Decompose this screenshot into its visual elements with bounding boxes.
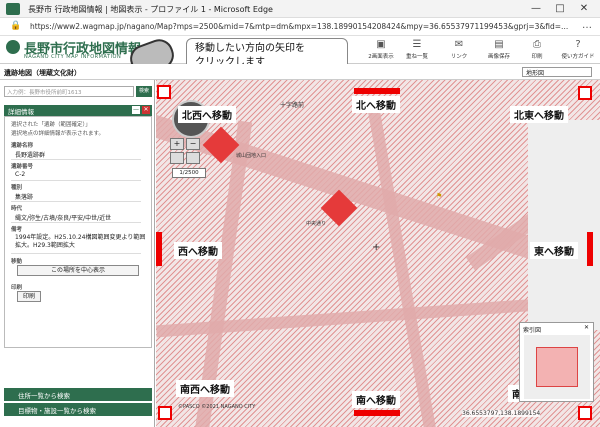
layer-list-button[interactable]: ☰ 重ね一覧 <box>400 38 434 62</box>
city-emblem-icon <box>6 40 20 54</box>
more-icon[interactable]: … <box>582 20 592 31</box>
link-button[interactable]: ✉ リンク <box>442 38 476 62</box>
map-label: 中央通り <box>306 221 327 227</box>
coordinates: 36.6553797,138.1899154 <box>462 410 541 417</box>
field-value: 長野遺跡群 <box>15 152 46 159</box>
zoom-area-icon[interactable] <box>170 152 184 164</box>
crosshair-icon: + <box>372 242 381 253</box>
divider <box>11 253 141 254</box>
field-label: 備考 <box>11 227 23 233</box>
flag-icon: ⚑ <box>436 192 443 200</box>
map-label: 十字路前 <box>280 102 305 109</box>
index-map-view[interactable] <box>524 335 590 399</box>
print-label: 印刷 <box>11 285 23 291</box>
maximize-icon[interactable]: □ <box>552 2 568 16</box>
copyright: ©PASCO ©2021 NAGANO CITY <box>178 404 256 410</box>
field-label: 遺跡番号 <box>11 164 34 170</box>
panel-desc: 選択地点の詳細情報が表示されます。 <box>11 131 104 137</box>
search-button[interactable]: 検索 <box>136 86 152 97</box>
print-button[interactable]: ⎙ 印刷 <box>520 38 554 62</box>
split-view-button[interactable]: ▣ 2画面表示 <box>364 38 398 62</box>
detail-panel-header: 詳細情報 — ✕ <box>4 105 152 116</box>
save-icon: ▤ <box>494 39 504 50</box>
northeast-arrow[interactable] <box>578 86 592 100</box>
zoom-out-icon[interactable]: − <box>186 138 200 150</box>
south-label: 南へ移動 <box>352 391 400 408</box>
index-map-frame <box>536 347 578 387</box>
zoom-in-icon[interactable]: + <box>170 138 184 150</box>
map-title: 遺跡地図（埋蔵文化財） <box>4 69 81 77</box>
north-arrow[interactable] <box>354 88 400 94</box>
divider <box>11 222 141 223</box>
scale-indicator: 1/2500 <box>172 168 206 178</box>
sub-bar: 遺跡地図（埋蔵文化財） 地形図 <box>0 64 600 80</box>
field-label: 時代 <box>11 206 23 212</box>
layer-select[interactable]: 地形図 <box>522 67 592 77</box>
map-label: 城山団地入口 <box>236 153 267 159</box>
landmark-list-search-bar[interactable]: 目標物・施設一覧から検索 <box>4 403 152 416</box>
move-label: 移動 <box>11 259 23 265</box>
split-icon: ▣ <box>376 39 386 50</box>
site-logo-sub: NAGANO CITY MAP INFORMATION <box>24 54 122 60</box>
minimize-icon[interactable]: — <box>528 2 544 16</box>
field-value: 1994年設定。H25.10.24構図範囲変更より範囲拡大。H29.3範囲拡大 <box>15 234 146 249</box>
center-map-button[interactable]: この場所を中心表示 <box>17 265 139 276</box>
window-title: 長野市 行政地図情報 | 地図表示 - プロファイル 1 - Microsoft… <box>28 5 273 14</box>
north-label: 北へ移動 <box>352 96 400 113</box>
field-label: 種別 <box>11 185 23 191</box>
index-map[interactable]: 索引図 ✕ <box>519 322 594 402</box>
lock-icon: 🔒 <box>10 21 22 31</box>
divider <box>11 201 141 202</box>
east-label: 東へ移動 <box>530 242 578 259</box>
address-bar[interactable]: 🔒 https://www2.wagmap.jp/nagano/Map?mps=… <box>0 18 600 36</box>
app-icon <box>6 3 20 15</box>
link-icon: ✉ <box>454 39 464 50</box>
layers-icon: ☰ <box>412 39 422 50</box>
print-icon: ⎙ <box>533 39 541 50</box>
panel-print-button[interactable]: 印刷 <box>17 291 41 302</box>
field-value: C-2 <box>15 171 26 178</box>
minimize-panel-icon[interactable]: — <box>132 106 140 114</box>
index-map-close-icon[interactable]: ✕ <box>584 324 589 331</box>
road <box>366 101 438 427</box>
divider <box>11 159 141 160</box>
southwest-label: 南西へ移動 <box>176 380 234 397</box>
window-titlebar: 長野市 行政地図情報 | 地図表示 - プロファイル 1 - Microsoft… <box>0 0 600 18</box>
panel-desc: 選択された「遺跡（範囲確定）」 <box>11 122 91 128</box>
save-image-button[interactable]: ▤ 画像保存 <box>482 38 516 62</box>
northwest-arrow[interactable] <box>157 85 171 99</box>
field-value: 縄文/弥生/古墳/奈良/平安/中世/近世 <box>15 215 112 222</box>
south-arrow[interactable] <box>354 410 400 416</box>
west-arrow[interactable] <box>156 232 162 266</box>
reset-view-icon[interactable] <box>186 152 200 164</box>
url-text[interactable]: https://www2.wagmap.jp/nagano/Map?mps=25… <box>30 22 570 31</box>
southeast-arrow[interactable] <box>578 406 592 420</box>
close-panel-icon[interactable]: ✕ <box>142 106 150 114</box>
divider <box>11 180 141 181</box>
guide-icon: ? <box>575 39 581 50</box>
west-label: 西へ移動 <box>174 242 222 259</box>
field-value: 集落跡 <box>15 194 34 201</box>
field-label: 遺跡名称 <box>11 143 34 149</box>
address-list-search-bar[interactable]: 住所一覧から検索 <box>4 388 152 401</box>
northeast-label: 北東へ移動 <box>510 106 568 123</box>
close-icon[interactable]: ✕ <box>576 2 592 16</box>
index-map-title: 索引図 <box>523 327 542 334</box>
map-unshaded-area <box>528 120 600 330</box>
east-arrow[interactable] <box>587 232 593 266</box>
address-search-input[interactable]: 入力例：長野市役所前町1613 <box>4 86 134 97</box>
guide-button[interactable]: ? 使い方ガイド <box>558 38 598 62</box>
northwest-label: 北西へ移動 <box>178 106 236 123</box>
southwest-arrow[interactable] <box>158 406 172 420</box>
detail-panel-body: 選択された「遺跡（範囲確定）」 選択地点の詳細情報が表示されます。 遺跡名称 長… <box>4 116 152 348</box>
